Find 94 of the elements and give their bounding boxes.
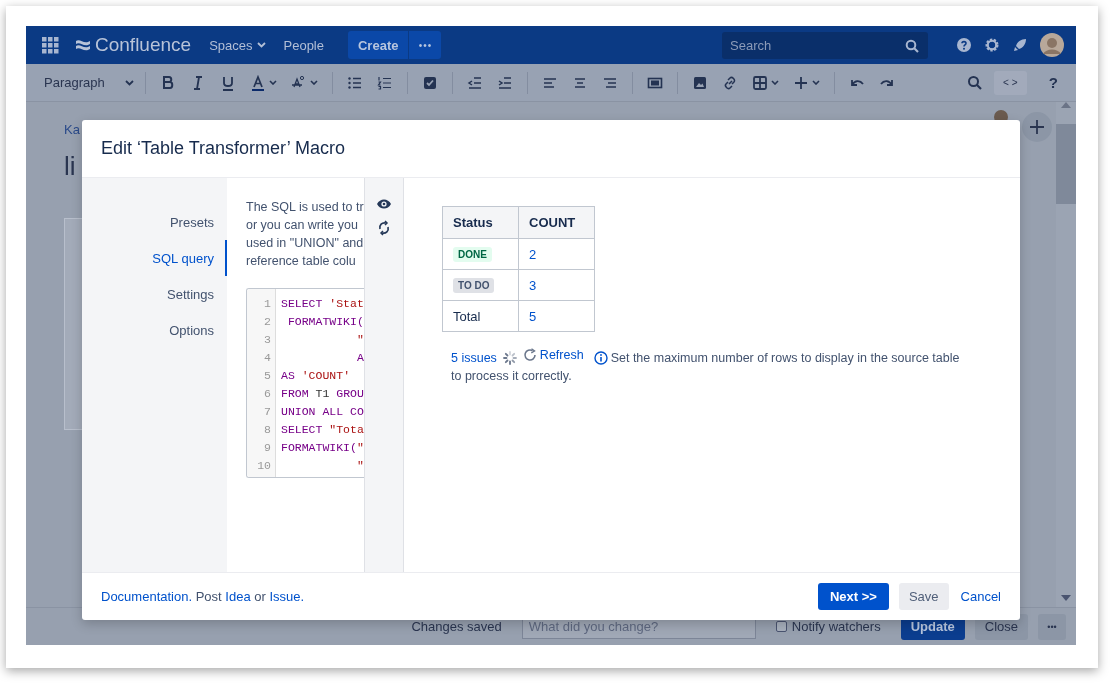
settings-icon[interactable]	[984, 37, 1000, 53]
line-number: 3	[263, 332, 272, 348]
idea-link[interactable]: Idea	[225, 589, 251, 604]
help-button[interactable]: ?	[1042, 73, 1064, 92]
sidebar-tab[interactable]: Options	[82, 312, 227, 348]
add-button[interactable]	[1022, 112, 1052, 142]
line-number: 8	[263, 422, 272, 438]
description-line: or you can write you	[246, 217, 359, 234]
issues-link[interactable]: 5 issues	[451, 351, 497, 365]
numbered-list-icon	[376, 74, 393, 91]
dialog-title: Edit ‘Table Transformer’ Macro	[101, 138, 346, 159]
code-line: AS 'COUNT'	[281, 368, 352, 384]
eye-icon[interactable]	[376, 198, 392, 210]
code-line: "	[355, 458, 364, 474]
line-number: 4	[263, 350, 272, 366]
description-line: used in "UNION" and	[246, 235, 364, 252]
line-number: 6	[263, 386, 272, 402]
refresh-icon	[522, 348, 537, 362]
sync-icon[interactable]	[377, 220, 391, 236]
text-color-icon	[249, 74, 266, 91]
nav-link[interactable]: People	[283, 37, 324, 53]
nav-link[interactable]: Spaces	[209, 37, 266, 53]
more-button[interactable]: •••	[409, 31, 442, 59]
chevron-down-icon	[268, 80, 277, 85]
bullet-list-icon	[346, 74, 363, 91]
count-link[interactable]: 2	[518, 238, 595, 270]
code-line: "	[355, 332, 364, 348]
code-line: FORMATWIKI("	[281, 440, 364, 456]
code-line: FORMATWIKI(	[286, 314, 364, 330]
line-number: 2	[263, 314, 272, 330]
chevron-down-icon	[309, 80, 318, 85]
create-button[interactable]: Create	[348, 31, 409, 59]
cancel-button[interactable]: Cancel	[954, 589, 1001, 604]
column-header: COUNT	[518, 206, 595, 239]
documentation-link[interactable]: Documentation.	[101, 589, 193, 604]
scrollbar[interactable]	[1056, 102, 1076, 607]
task-checkbox-icon	[421, 74, 438, 91]
footer-text: or	[254, 589, 266, 604]
source-editor-button[interactable]: < >	[993, 70, 1027, 95]
product-name: Confluence	[95, 34, 192, 56]
avatar-icon[interactable]	[1040, 33, 1064, 57]
line-number: 9	[263, 440, 272, 456]
code-line: FROM T1 GROU	[281, 386, 364, 402]
plus-icon	[1029, 119, 1045, 135]
footer-text: Post	[195, 589, 222, 604]
code-editor[interactable]: 1 2 3 4 5 6 7 8 9 10 SELECT 'Stat FORMATWIKI( " A AS 'COUNT' FROM T1 GROU UNION ALL CO SELECT "Tota FORMATWIKI(" "	[246, 288, 364, 478]
column-header: Status	[442, 206, 519, 239]
chevron-down-icon	[811, 80, 820, 85]
search-icon	[966, 74, 983, 91]
spinner-icon	[502, 351, 517, 365]
search-icon	[905, 38, 919, 53]
table-cell: Total	[442, 300, 519, 332]
notify-checkbox[interactable]	[775, 621, 787, 632]
outdent-icon	[466, 74, 483, 91]
scroll-down-icon[interactable]	[1061, 595, 1071, 601]
sidebar-tab[interactable]: Settings	[82, 276, 227, 312]
plus-icon	[792, 74, 809, 91]
image-icon	[691, 74, 708, 91]
chevron-down-icon	[124, 79, 134, 86]
line-number: 10	[256, 458, 272, 474]
indent-icon	[496, 74, 513, 91]
search-field[interactable]: Search	[722, 31, 928, 59]
issue-link[interactable]: Issue.	[269, 589, 305, 604]
line-number: 5	[263, 368, 272, 384]
refresh-link[interactable]: Refresh	[522, 346, 584, 364]
notify-label: Notify watchers	[791, 619, 881, 634]
code-line: SELECT "Tota	[281, 422, 364, 438]
info-icon	[593, 351, 608, 365]
description-line: reference table colu	[246, 253, 357, 270]
chevron-down-icon	[770, 80, 779, 85]
table-icon	[751, 74, 768, 91]
line-number: 1	[263, 296, 272, 312]
paragraph-dropdown[interactable]: Paragraph	[44, 75, 134, 90]
code-line: A	[355, 350, 364, 366]
count-link[interactable]: 3	[518, 269, 595, 301]
logo-icon	[75, 38, 91, 52]
scrollbar-thumb[interactable]	[1056, 124, 1076, 204]
help-icon[interactable]	[956, 37, 972, 53]
more-button[interactable]: •••	[1038, 613, 1066, 640]
info-message: 5 issues Refresh Set the maximum number of rows to display in the source table to process it correctly.	[451, 346, 961, 385]
status-lozenge: TO DO	[453, 278, 495, 293]
sidebar-tab[interactable]: SQL query	[82, 240, 227, 276]
line-number: 7	[263, 404, 272, 420]
save-status: Changes saved	[411, 619, 502, 634]
code-line: UNION ALL CO	[281, 404, 364, 420]
sidebar-tab[interactable]: Presets	[82, 204, 227, 240]
status-lozenge: DONE	[453, 247, 492, 262]
page-title: li	[64, 151, 77, 182]
save-button[interactable]: Save	[898, 583, 949, 610]
app-grid-icon[interactable]	[42, 36, 59, 54]
next-button[interactable]: Next >>	[817, 583, 889, 610]
count-link[interactable]: 5	[518, 300, 595, 332]
description-line: The SQL is used to tr	[246, 199, 364, 216]
code-line: SELECT 'Stat	[281, 296, 364, 312]
